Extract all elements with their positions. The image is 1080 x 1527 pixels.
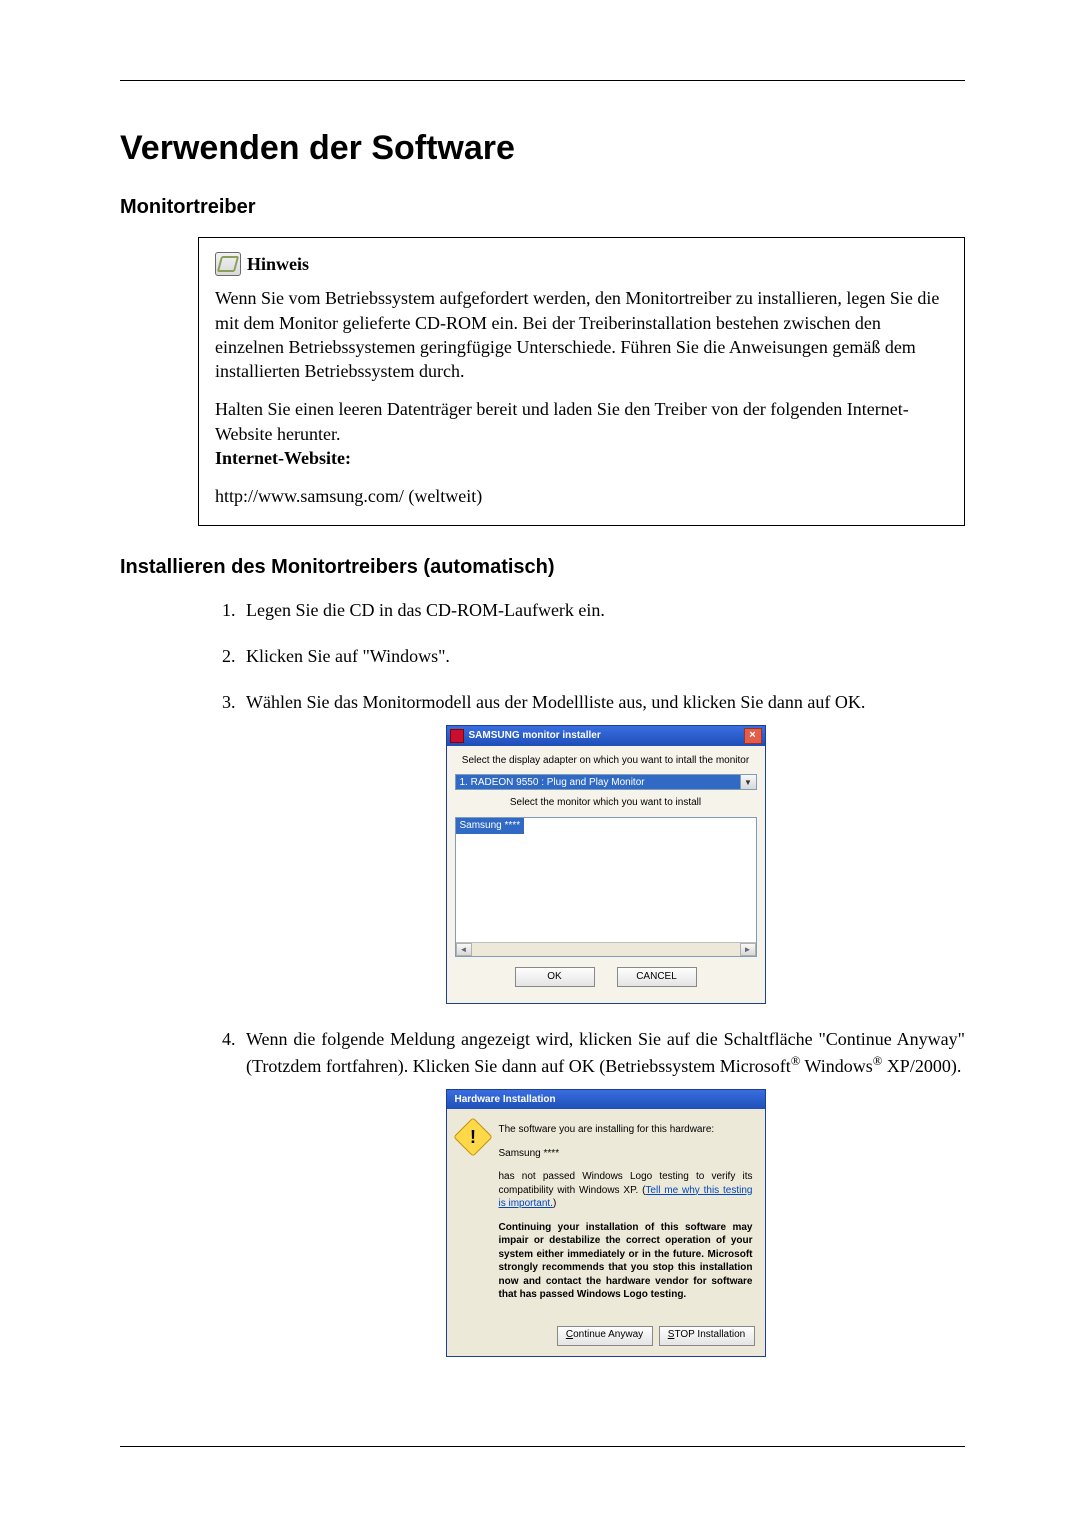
hardware-title: Hardware Installation <box>447 1090 765 1109</box>
cancel-button[interactable]: CANCEL <box>617 967 697 987</box>
installer-dialog: SAMSUNG monitor installer × Select the d… <box>446 725 766 1004</box>
note-p2-text: Halten Sie einen leeren Datenträger bere… <box>215 399 909 443</box>
installer-body: Select the display adapter on which you … <box>447 746 765 1003</box>
top-rule <box>120 80 965 81</box>
hardware-message: The software you are installing for this… <box>499 1123 753 1312</box>
list-item[interactable]: Samsung **** <box>456 818 525 835</box>
step-2: Klicken Sie auf "Windows". <box>240 643 965 669</box>
note-paragraph-2: Halten Sie einen leeren Datenträger bere… <box>215 397 948 470</box>
section-monitortreiber: Monitortreiber <box>120 196 965 219</box>
note-header: Hinweis <box>215 252 948 276</box>
registered-mark-2: ® <box>873 1054 883 1068</box>
installer-button-row: OK CANCEL <box>455 957 757 995</box>
scroll-left-icon[interactable]: ◄ <box>456 943 472 956</box>
hw-p3: has not passed Windows Logo testing to v… <box>499 1170 753 1211</box>
note-paragraph-1: Wenn Sie vom Betriebssystem aufgefordert… <box>215 286 948 383</box>
figure-hardware-dialog: Hardware Installation The software you a… <box>246 1089 965 1357</box>
app-icon <box>450 729 464 743</box>
hw-p4: Continuing your installation of this sof… <box>499 1221 753 1302</box>
step-4: Wenn die folgende Meldung angezeigt wird… <box>240 1026 965 1357</box>
note-box: Hinweis Wenn Sie vom Betriebssystem aufg… <box>198 237 965 526</box>
page-content: Verwenden der Software Monitortreiber Hi… <box>120 80 965 1447</box>
figure-installer-dialog: SAMSUNG monitor installer × Select the d… <box>246 725 965 1004</box>
hardware-button-row: CContinue Anywayontinue Anyway SSTOP Ins… <box>447 1322 765 1356</box>
step-3-text: Wählen Sie das Monitormodell aus der Mod… <box>246 692 865 712</box>
installer-title: SAMSUNG monitor installer <box>469 729 739 744</box>
scroll-right-icon[interactable]: ► <box>740 943 756 956</box>
section-install-auto: Installieren des Monitortreibers (automa… <box>120 556 965 579</box>
chevron-down-icon[interactable]: ▼ <box>740 775 756 789</box>
adapter-combo[interactable]: 1. RADEON 9550 : Plug and Play Monitor ▼ <box>455 774 757 790</box>
stop-installation-button[interactable]: SSTOP InstallationTOP Installation <box>659 1326 755 1346</box>
step-4-text-c: XP/2000). <box>882 1056 961 1076</box>
website-label: Internet-Website: <box>215 448 351 468</box>
ok-button[interactable]: OK <box>515 967 595 987</box>
hardware-body: The software you are installing for this… <box>447 1109 765 1322</box>
hardware-install-dialog: Hardware Installation The software you a… <box>446 1089 766 1357</box>
warning-icon <box>453 1117 493 1157</box>
website-url: http://www.samsung.com/ (weltweit) <box>215 486 482 506</box>
monitor-label: Select the monitor which you want to ins… <box>455 796 757 811</box>
note-label: Hinweis <box>247 252 309 276</box>
installer-titlebar: SAMSUNG monitor installer × <box>447 726 765 746</box>
install-steps: Legen Sie die CD in das CD-ROM-Laufwerk … <box>240 597 965 1357</box>
page-title: Verwenden der Software <box>120 129 965 168</box>
monitor-list[interactable]: Samsung **** ◄ ► <box>455 817 757 957</box>
adapter-selected: 1. RADEON 9550 : Plug and Play Monitor <box>456 775 740 789</box>
hw-p3b: ) <box>553 1198 556 1209</box>
note-icon <box>215 252 241 276</box>
bottom-rule <box>120 1446 965 1447</box>
step-4-text-b: Windows <box>800 1056 872 1076</box>
step-1: Legen Sie die CD in das CD-ROM-Laufwerk … <box>240 597 965 623</box>
hw-p2: Samsung **** <box>499 1147 753 1161</box>
registered-mark-1: ® <box>791 1054 801 1068</box>
hw-p1: The software you are installing for this… <box>499 1123 753 1137</box>
close-icon[interactable]: × <box>744 728 762 744</box>
adapter-label: Select the display adapter on which you … <box>455 754 757 769</box>
continue-anyway-button[interactable]: CContinue Anywayontinue Anyway <box>557 1326 653 1346</box>
step-3: Wählen Sie das Monitormodell aus der Mod… <box>240 689 965 1004</box>
horizontal-scrollbar[interactable]: ◄ ► <box>456 942 756 956</box>
